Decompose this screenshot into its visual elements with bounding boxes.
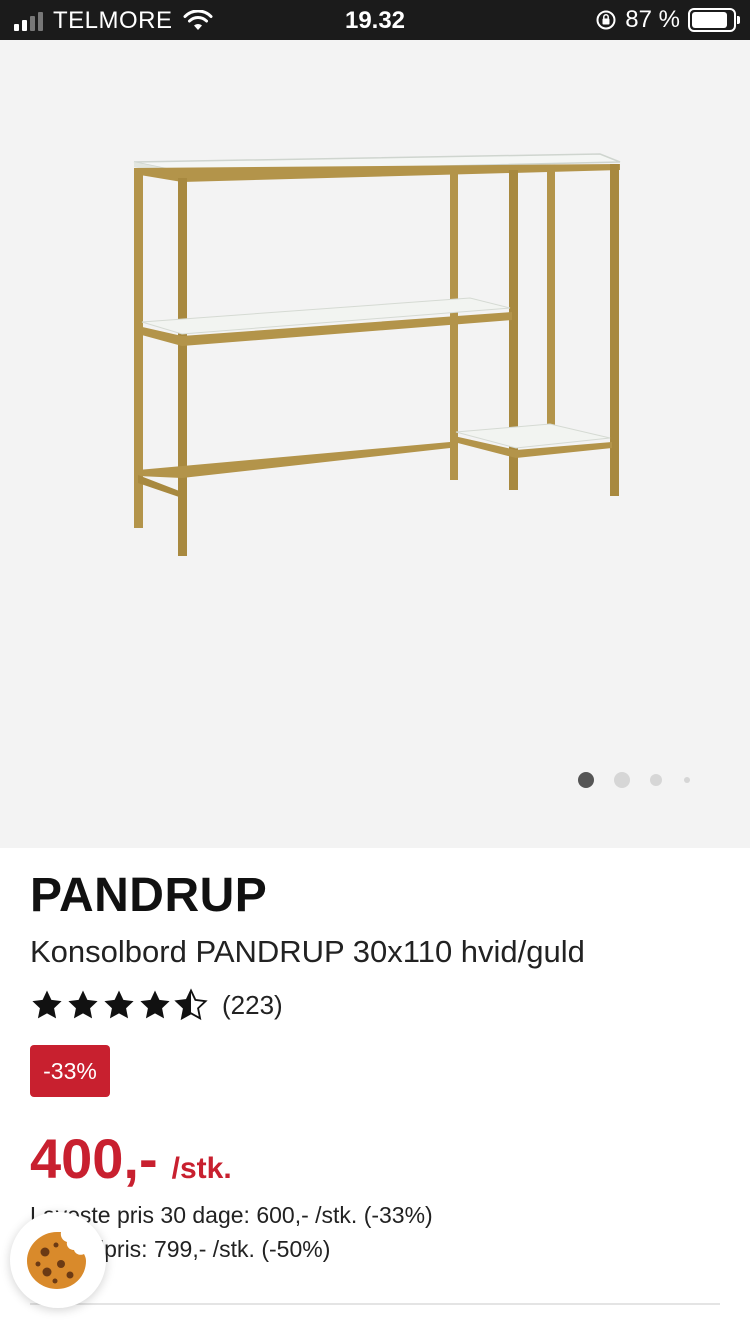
price-value: 400,-	[30, 1127, 158, 1190]
gallery-dot[interactable]	[650, 774, 662, 786]
status-bar: TELMORE 19.32 87 %	[0, 0, 750, 40]
star-icon	[104, 990, 134, 1019]
star-icon	[68, 990, 98, 1019]
discount-badge: -33%	[30, 1045, 110, 1097]
star-icon	[140, 990, 170, 1019]
rotation-lock-icon	[596, 10, 616, 30]
product-rating[interactable]: (223)	[30, 988, 283, 1022]
product-name: Konsolbord PANDRUP 30x110 hvid/guld	[30, 934, 585, 969]
gallery-dot[interactable]	[578, 772, 594, 788]
cookie-settings-button[interactable]	[10, 1212, 106, 1308]
brand-title: PANDRUP	[30, 869, 268, 922]
product-image[interactable]	[110, 150, 630, 610]
gallery-dot[interactable]	[614, 772, 630, 788]
star-icon	[32, 990, 62, 1019]
divider	[30, 1303, 720, 1305]
battery-icon	[688, 8, 740, 32]
battery-percent: 87 %	[625, 6, 680, 33]
cookie-icon	[27, 1232, 86, 1289]
price-unit: /stk.	[171, 1152, 232, 1185]
price: 400,- /stk.	[30, 1126, 232, 1191]
product-image-gallery[interactable]	[0, 40, 750, 848]
half-star-icon	[174, 988, 208, 1021]
status-bar-right: 87 %	[595, 6, 740, 34]
review-count[interactable]: (223)	[222, 990, 283, 1021]
gallery-pagination[interactable]	[578, 772, 690, 788]
rating-stars	[30, 988, 208, 1022]
gallery-dot[interactable]	[684, 777, 690, 783]
